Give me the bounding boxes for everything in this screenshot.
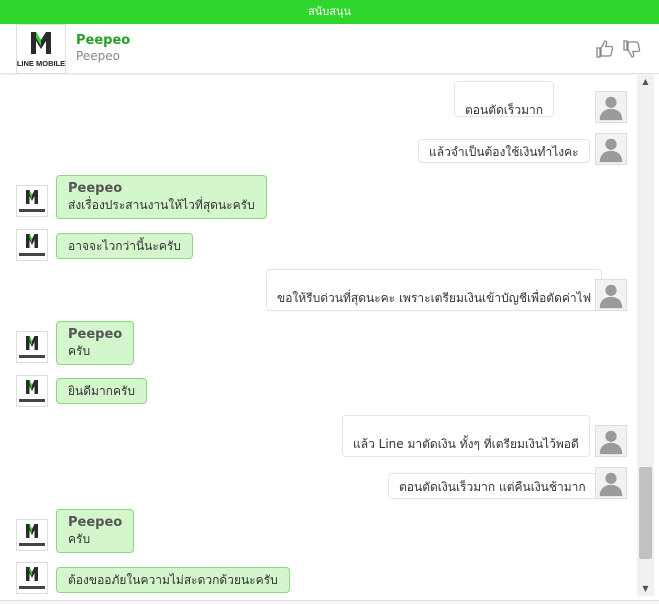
bot-name: Peepeo [68,515,123,530]
bot-avatar-icon [16,229,48,261]
chat-header: LINE MOBILE Peepeo Peepeo [0,24,659,74]
bot-avatar-icon [16,375,48,407]
user-message: แล้วจำเป็นต้องใช้เงินทำไงคะ [418,139,590,163]
scroll-down-arrow-icon[interactable]: ▼ [637,582,654,596]
line-mobile-logo: LINE MOBILE [16,24,66,74]
user-message: แล้ว Line มาตัดเงิน ทั้งๆ ที่เตรียมเงินไ… [342,415,590,457]
bot-avatar-icon [16,519,48,551]
bot-avatar-icon [16,562,48,594]
message-text: แล้ว Line มาตัดเงิน ทั้งๆ ที่เตรียมเงินไ… [353,437,579,451]
user-avatar-icon [595,425,627,457]
message-text: ยินดีมากครับ [68,384,136,398]
message-text: ต้องขออภัยในความไม่สะดวกด้วยนะครับ [68,573,278,587]
message-text: ขอให้รีบด่วนที่สุดนะคะ เพราะเตรียมเงินเข… [277,291,592,305]
message-text: แล้วจำเป็นต้องใช้เงินทำไงคะ [429,145,579,159]
message-text: ตอนตัดเร็วมาก [465,103,543,117]
scrollbar-thumb[interactable] [639,467,652,559]
user-avatar-icon [595,467,627,499]
user-message: ตอนตัดเร็วมาก [454,81,554,117]
bot-avatar-icon [16,331,48,363]
agent-subtitle: Peepeo [76,49,120,63]
message-text: ส่งเรื่องประสานงานให้ไวที่สุดนะครับ [68,198,255,212]
bot-message: อาจจะไวกว่านี้นะครับ [56,233,193,259]
thumbs-up-icon[interactable] [595,39,615,59]
bot-message: Peepeo ครับ [56,321,135,365]
message-text: ครับ [68,344,91,358]
user-message: ตอนตัดเงินเร็วมาก แต่คืนเงินช้ามาก [388,473,597,499]
user-message: ขอให้รีบด่วนที่สุดนะคะ เพราะเตรียมเงินเข… [266,269,603,311]
bot-message: ต้องขออภัยในความไม่สะดวกด้วยนะครับ [56,567,290,593]
user-avatar-icon [595,279,627,311]
user-avatar-icon [595,133,627,165]
chat-scrollbar[interactable]: ▲ ▼ [637,75,654,596]
chat-messages[interactable]: ตอนตัดเร็วมาก แล้วจำเป็นต้องใช้เงินทำไงค… [0,75,659,604]
message-text: อาจจะไวกว่านี้นะครับ [68,239,181,253]
support-bar[interactable]: สนับสนุน [0,0,659,24]
bot-name: Peepeo [68,327,123,342]
bot-message: Peepeo ครับ [56,509,135,553]
bot-message: ยินดีมากครับ [56,378,148,404]
bot-message: Peepeo ส่งเรื่องประสานงานให้ไวที่สุดนะคร… [56,175,267,219]
scroll-up-arrow-icon[interactable]: ▲ [637,75,654,89]
agent-name: Peepeo [76,33,131,48]
bot-name: Peepeo [68,181,123,196]
thumbs-down-icon[interactable] [622,39,642,59]
user-avatar-icon [595,91,627,123]
message-text: ตอนตัดเงินเร็วมาก แต่คืนเงินช้ามาก [399,480,586,494]
message-text: ครับ [68,532,91,546]
logo-text: LINE MOBILE [17,59,65,68]
bot-avatar-icon [16,185,48,217]
bottom-divider [0,600,659,604]
